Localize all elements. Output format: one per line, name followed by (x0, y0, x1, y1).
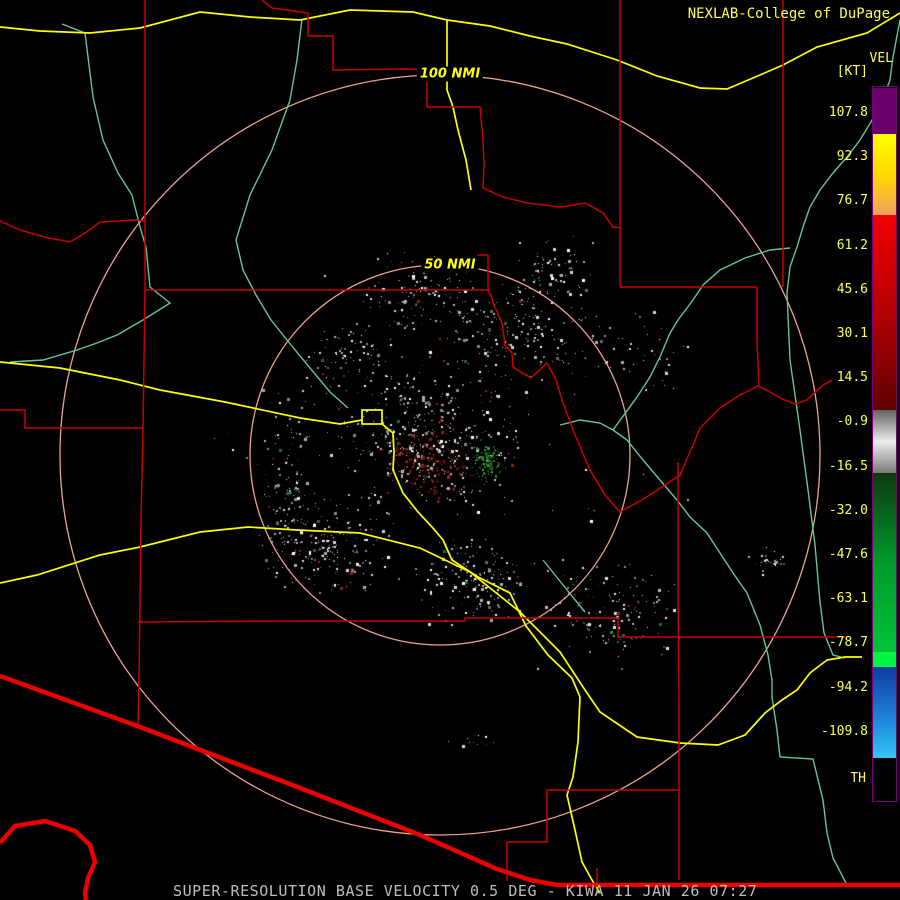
range-ring-label-100: 100 NMI (416, 66, 484, 82)
colorbar-tick: -78.7 (828, 635, 868, 651)
colorbar-tick: 14.5 (836, 370, 868, 386)
site-title: NEXLAB-College of DuPage (687, 6, 890, 22)
map-overlay (0, 0, 900, 900)
colorbar-tick: 45.6 (836, 281, 868, 297)
colorbar-segment-green (873, 473, 896, 652)
colorbar-tick: -47.6 (828, 547, 868, 562)
teal-highway-south-short (542, 559, 586, 613)
county-line-west-vertical (137, 0, 146, 727)
colorbar-tick: 92.3 (836, 149, 868, 165)
colorbar-tick: 76.7 (836, 193, 868, 209)
colorbar-tick: -16.5 (828, 458, 868, 474)
teal-highway-north (235, 18, 349, 409)
county-line-north-staircase (261, 0, 621, 229)
colorbar-threshold-label: TH (850, 771, 866, 786)
colorbar-unit-kt: [KT] (836, 64, 868, 79)
colorbar-tick: -63.1 (828, 591, 868, 607)
colorbar-segment-gray (873, 410, 896, 473)
colorbar-unit-vel: VEL (869, 51, 893, 66)
county-line-west-jog (0, 409, 143, 429)
teal-highway-center-east (559, 247, 791, 431)
county-line-west-wavy (0, 219, 146, 243)
colorbar-tick: -94.2 (828, 679, 868, 695)
colorbar-tick: -0.9 (836, 414, 868, 430)
range-ring-100nmi (59, 74, 821, 836)
colorbar-segment-yellow-orange (873, 134, 896, 215)
colorbar-segment-below-th-black (873, 758, 896, 799)
range-ring-50nmi (249, 264, 631, 646)
colorbar-tick: 30.1 (836, 326, 868, 341)
colorbar-segment-blue (873, 667, 896, 758)
county-line-ne-vertical2 (756, 287, 760, 386)
range-ring-label-50: 50 NMI (421, 257, 479, 273)
radar-viewer: NEXLAB-College of DuPage VEL [KT] 107.8 9… (0, 0, 900, 900)
colorbar-tick: -32.0 (828, 502, 868, 518)
colorbar-tick: 107.8 (828, 105, 868, 120)
teal-highway-nw (9, 23, 172, 363)
colorbar-tick: 61.2 (836, 237, 868, 253)
county-line-south-horizontal (137, 617, 845, 638)
colorbar-segment-bright-green (873, 652, 896, 667)
border-line-diagonal (0, 673, 900, 888)
yellow-highway-west (0, 361, 363, 425)
colorbar-segment-red (873, 215, 896, 410)
county-line-se-vertical (677, 462, 680, 880)
status-bar-text: SUPER-RESOLUTION BASE VELOCITY 0.5 DEG -… (173, 882, 758, 900)
yellow-highway-southeast (381, 423, 601, 894)
colorbar-segment-purple-rf (873, 88, 896, 134)
yellow-highway-north-branch (446, 20, 472, 191)
yellow-highway-south (0, 526, 862, 746)
colorbar-tick: -109.8 (821, 723, 868, 739)
border-line-corner-squiggle (0, 818, 98, 900)
yellow-city-loop (361, 409, 383, 425)
teal-highway-southeast (612, 429, 848, 886)
velocity-colorbar (872, 86, 897, 802)
